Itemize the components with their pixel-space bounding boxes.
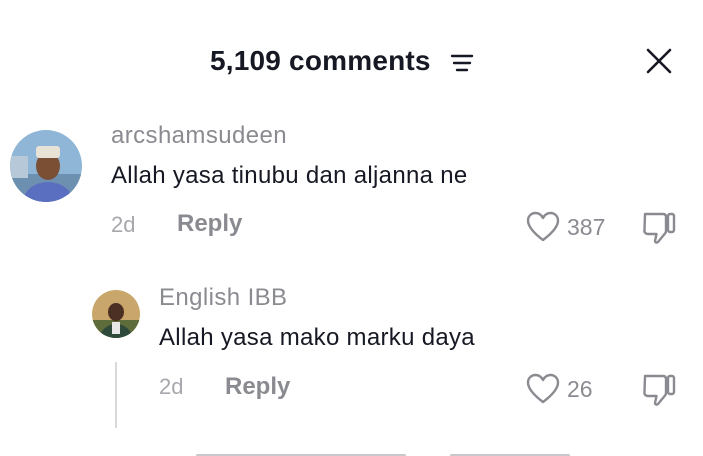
like-count: 387 xyxy=(567,214,606,240)
like-count: 26 xyxy=(567,376,593,402)
comment-text: Allah yasa mako marku daya xyxy=(159,324,475,351)
dislike-icon[interactable] xyxy=(641,373,677,407)
avatar-image xyxy=(10,130,82,202)
avatar-image xyxy=(92,290,140,338)
next-reply-preview xyxy=(116,444,676,456)
comment-username[interactable]: English IBB xyxy=(159,284,287,312)
reply-thread-line xyxy=(115,362,117,428)
reply-button[interactable]: Reply xyxy=(177,210,242,238)
comment-username[interactable]: arcshamsudeen xyxy=(111,122,287,150)
filter-sort-icon[interactable] xyxy=(450,53,474,73)
comment-timestamp: 2d xyxy=(111,212,136,237)
comments-count-title: 5,109 comments xyxy=(210,45,431,76)
heart-icon[interactable] xyxy=(526,373,560,405)
reply-button[interactable]: Reply xyxy=(225,373,290,401)
dislike-icon[interactable] xyxy=(641,211,677,245)
comment-timestamp: 2d xyxy=(159,374,184,399)
close-icon[interactable] xyxy=(644,46,674,76)
heart-icon[interactable] xyxy=(526,211,560,243)
avatar[interactable] xyxy=(10,130,82,202)
comment-text: Allah yasa tinubu dan aljanna ne xyxy=(111,162,468,189)
comments-header: 5,109 comments xyxy=(0,40,703,84)
avatar[interactable] xyxy=(92,290,140,338)
